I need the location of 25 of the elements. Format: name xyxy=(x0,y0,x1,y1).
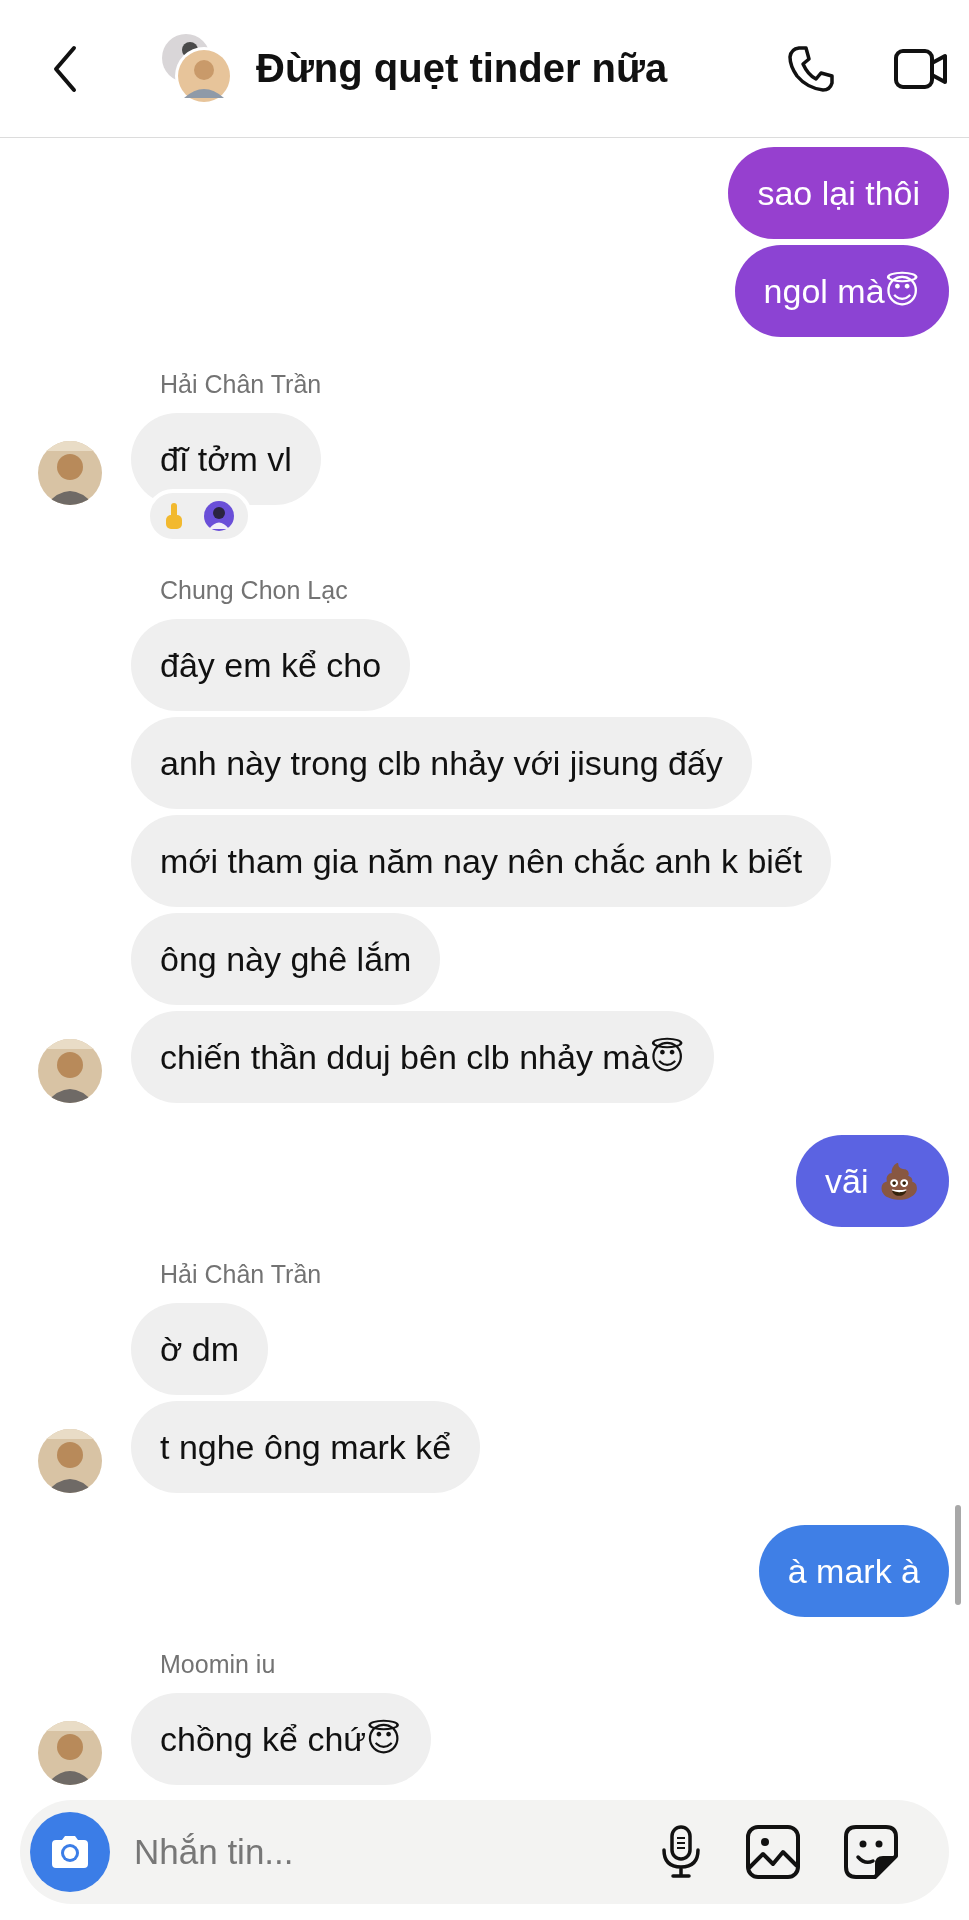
sender-name: Hải Chân Trần xyxy=(160,1259,322,1289)
message-input[interactable]: Nhắn tin... xyxy=(132,1831,617,1873)
sent-message: sao lại thôi xyxy=(728,147,949,239)
sender-name: Hải Chân Trần xyxy=(160,369,322,399)
sent-message: à mark à xyxy=(758,1525,949,1617)
received-message: chiến thần dduj bên clb nhảy mà😇 xyxy=(131,1011,714,1103)
received-message: chồng kể chứ😇 xyxy=(131,1693,431,1785)
received-message: ông này ghê lắm xyxy=(131,913,441,1005)
image-icon[interactable] xyxy=(745,1824,801,1880)
received-message: t nghe ông mark kể xyxy=(131,1401,481,1493)
sender-name: Moomin iu xyxy=(160,1649,276,1679)
hand-icon xyxy=(164,501,184,531)
scrollbar[interactable] xyxy=(955,1505,961,1605)
received-message: đĩ tởm vl xyxy=(131,413,321,505)
sticker-icon[interactable] xyxy=(843,1824,899,1880)
received-message: anh này trong clb nhảy với jisung đấy xyxy=(131,717,752,809)
sender-name: Chung Chon Lạc xyxy=(160,575,348,605)
received-message: đây em kể cho xyxy=(131,619,411,711)
received-message: mới tham gia năm nay nên chắc anh k biết xyxy=(131,815,832,907)
sent-message: ngol mà😇 xyxy=(734,245,949,337)
microphone-icon[interactable] xyxy=(659,1824,703,1880)
sent-message: vãi 💩 xyxy=(796,1135,949,1227)
chat-title: Đừng quẹt tinder nữa xyxy=(256,46,669,91)
received-message: ờ dm xyxy=(131,1303,268,1395)
camera-button[interactable] xyxy=(30,1812,110,1892)
